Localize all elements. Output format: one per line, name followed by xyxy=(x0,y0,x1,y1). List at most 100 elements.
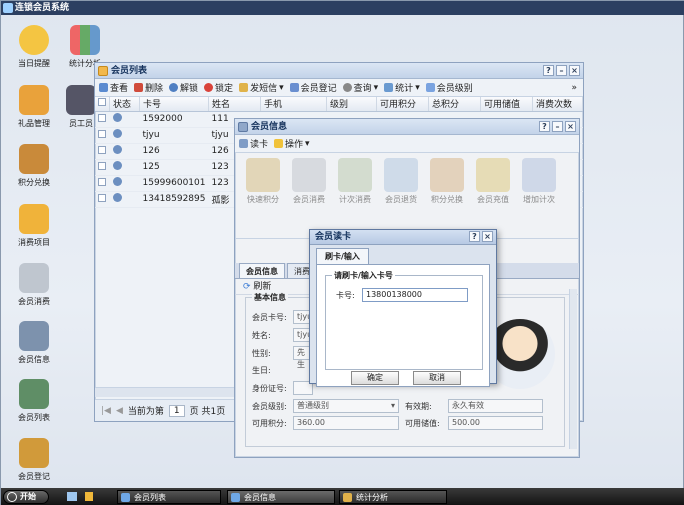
window-icon xyxy=(121,493,130,502)
help-button[interactable]: ? xyxy=(469,231,480,242)
column-header[interactable]: 手机 xyxy=(260,97,327,112)
card-reader-icon xyxy=(239,139,248,148)
row-checkbox[interactable] xyxy=(98,145,106,154)
delete-button[interactable]: 删除 xyxy=(134,81,163,94)
delete-icon xyxy=(134,83,144,92)
member-list-toolbar: 查看 删除 解锁 锁定 发短信 ▾ 会员登记 查询 ▾ 统计 ▾ 会员级别 » xyxy=(95,79,583,97)
vertical-scrollbar[interactable] xyxy=(569,289,577,449)
window-icon xyxy=(98,66,108,76)
member-level-button[interactable]: 会员级别 xyxy=(425,81,473,94)
help-button[interactable]: ? xyxy=(543,65,554,76)
cash-register-icon xyxy=(19,263,49,293)
page-input[interactable]: 1 xyxy=(168,404,185,417)
show-desktop-icon[interactable] xyxy=(67,492,77,501)
valid-period-field[interactable]: 永久有效 xyxy=(448,399,543,413)
select-all-checkbox[interactable] xyxy=(98,98,106,107)
column-header[interactable]: 级别 xyxy=(326,97,377,112)
status-icon xyxy=(112,129,122,138)
taskbar-item-member-list[interactable]: 会员列表 xyxy=(117,490,221,504)
calculator-icon xyxy=(338,158,372,192)
prev-page-button[interactable]: ◀ xyxy=(116,406,123,416)
desktop-icon-member-register[interactable]: 会员登记 xyxy=(4,438,64,482)
close-button[interactable]: × xyxy=(482,231,493,242)
ok-button[interactable]: 确定 xyxy=(351,371,399,385)
unlock-button[interactable]: 解锁 xyxy=(169,81,198,94)
row-checkbox[interactable] xyxy=(98,129,106,138)
sms-button[interactable]: 发短信 ▾ xyxy=(239,81,284,94)
row-checkbox[interactable] xyxy=(98,177,106,186)
staff-icon xyxy=(66,85,96,115)
member-level-select[interactable]: 普通级别 ▾ xyxy=(293,399,399,413)
desktop-icon-points-exchange[interactable]: 积分兑换 xyxy=(4,144,64,188)
app-logo-icon xyxy=(3,3,13,13)
quick-launch-icon[interactable] xyxy=(85,492,93,501)
member-recharge-button[interactable]: 会员充值 xyxy=(473,158,513,233)
minimize-button[interactable]: – xyxy=(552,121,563,132)
select-all-header[interactable] xyxy=(95,97,110,112)
column-header[interactable]: 消费次数 xyxy=(532,97,583,112)
member-info-toolbar: 读卡 操作 ▾ xyxy=(235,135,579,153)
row-checkbox[interactable] xyxy=(98,161,106,170)
tab-member-info[interactable]: 会员信息 xyxy=(239,263,285,278)
member-info-titlebar[interactable]: 会员信息 ? – × xyxy=(235,119,579,135)
read-card-button[interactable]: 读卡 xyxy=(239,137,268,150)
window-icon xyxy=(343,493,352,502)
return-icon xyxy=(384,158,418,192)
member-return-button[interactable]: 会员退货 xyxy=(381,158,421,233)
column-header[interactable]: 卡号 xyxy=(139,97,209,112)
id-card-icon xyxy=(19,321,49,351)
column-header[interactable]: 总积分 xyxy=(428,97,481,112)
desktop-icon-member-consume[interactable]: 会员消费 xyxy=(4,263,64,307)
horizontal-scrollbar[interactable] xyxy=(95,387,235,397)
column-header[interactable]: 可用积分 xyxy=(376,97,429,112)
column-header[interactable]: 状态 xyxy=(109,97,140,112)
money-bag-icon xyxy=(430,158,464,192)
lock-button[interactable]: 锁定 xyxy=(204,81,233,94)
start-button[interactable]: 开始 xyxy=(3,490,49,504)
member-consume-button[interactable]: 会员消费 xyxy=(289,158,329,233)
available-points-field[interactable]: 360.00 xyxy=(293,416,399,430)
minimize-button[interactable]: – xyxy=(556,65,567,76)
cancel-button[interactable]: 取消 xyxy=(413,371,461,385)
card-number-input[interactable]: 13800138000 xyxy=(362,288,468,302)
row-checkbox[interactable] xyxy=(98,113,106,122)
close-button[interactable]: × xyxy=(569,65,580,76)
close-button[interactable]: × xyxy=(565,121,576,132)
member-list-titlebar[interactable]: 会员列表 ? – × xyxy=(95,63,583,79)
count-consume-button[interactable]: 计次消费 xyxy=(335,158,375,233)
toolbar-overflow-button[interactable]: » xyxy=(571,83,577,93)
quick-points-button[interactable]: 快速积分 xyxy=(243,158,283,233)
power-icon xyxy=(7,492,17,502)
row-checkbox[interactable] xyxy=(98,193,106,202)
desktop-icon-member-list[interactable]: 会员列表 xyxy=(4,379,64,423)
operation-button[interactable]: 操作 ▾ xyxy=(274,137,310,150)
view-button[interactable]: 查看 xyxy=(99,81,128,94)
desktop-icon-member-info[interactable]: 会员信息 xyxy=(4,321,64,365)
dialog-titlebar[interactable]: 会员读卡 ? × xyxy=(310,230,496,245)
tab-swipe-input[interactable]: 刷卡/输入 xyxy=(316,248,369,264)
status-icon xyxy=(112,113,122,122)
first-page-button[interactable]: |◀ xyxy=(101,406,111,416)
member-register-button[interactable]: 会员登记 xyxy=(289,81,337,94)
basic-info-title: 基本信息 xyxy=(252,292,288,303)
taskbar-item-stats[interactable]: 统计分析 xyxy=(339,490,447,504)
pagination-bar: |◀ ◀ 当前为第 1 页 共1页 xyxy=(95,399,235,421)
bar-chart-icon xyxy=(70,25,100,55)
coins-icon xyxy=(246,158,280,192)
column-header[interactable]: 可用储值 xyxy=(480,97,533,112)
window-icon xyxy=(231,493,240,502)
stats-button[interactable]: 统计 ▾ xyxy=(384,81,420,94)
points-exchange-button[interactable]: 积分兑换 xyxy=(427,158,467,233)
available-stored-value-field[interactable]: 500.00 xyxy=(448,416,543,430)
member-level-icon xyxy=(425,83,435,92)
money-bag-icon xyxy=(19,144,49,174)
coin-stack-icon xyxy=(476,158,510,192)
query-button[interactable]: 查询 ▾ xyxy=(342,81,378,94)
read-card-dialog: 会员读卡 ? × 刷卡/输入 请刷卡/输入卡号 卡号: 13800138000 … xyxy=(309,229,497,387)
desktop-icon-consume-items[interactable]: 消费项目 xyxy=(4,204,64,248)
taskbar-item-member-info[interactable]: 会员信息 xyxy=(227,490,335,504)
dialog-tabs: 刷卡/输入 xyxy=(316,248,490,265)
add-count-button[interactable]: 增加计次 xyxy=(519,158,559,233)
column-header[interactable]: 姓名 xyxy=(208,97,261,112)
help-button[interactable]: ? xyxy=(539,121,550,132)
